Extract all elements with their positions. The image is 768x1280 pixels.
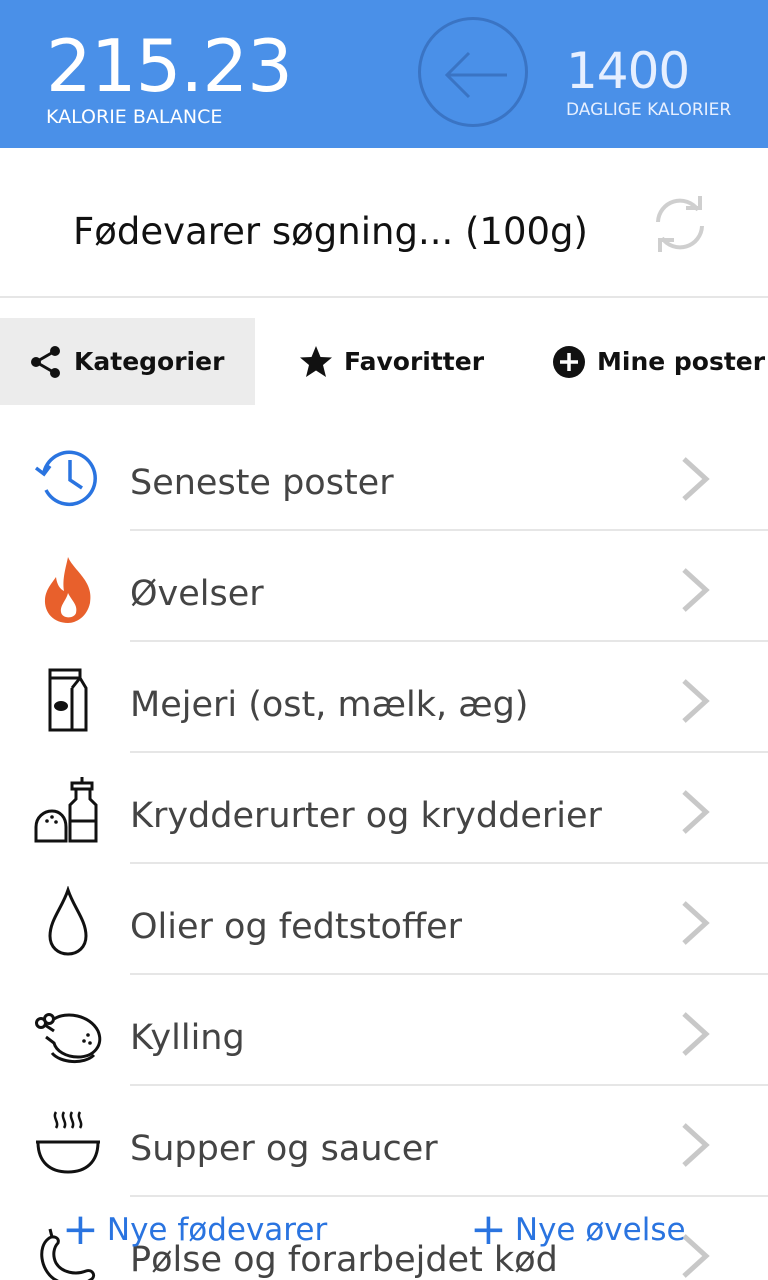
chevron-right-icon (682, 790, 710, 834)
oil-drop-icon (48, 886, 88, 956)
chevron-right-icon (682, 457, 710, 501)
list-item-label: Mejeri (ost, mælk, æg) (130, 685, 529, 725)
bottom-actions: + Nye fødevarer + Nye øvelse (0, 1200, 768, 1260)
milk-carton-icon (48, 668, 88, 732)
new-food-button[interactable]: + Nye fødevarer (62, 1200, 327, 1260)
list-item-label: Kylling (130, 1018, 245, 1058)
share-icon (28, 344, 64, 380)
chevron-right-icon (682, 1123, 710, 1167)
list-item-kylling[interactable]: Kylling (0, 975, 768, 1086)
new-exercise-button[interactable]: + Nye øvelse (470, 1200, 686, 1260)
plus-circle-icon (551, 344, 587, 380)
arrow-left-icon (444, 51, 507, 99)
star-icon (298, 344, 334, 380)
list-item-seneste-poster[interactable]: Seneste poster (0, 420, 768, 531)
list-item-supper[interactable]: Supper og saucer (0, 1086, 768, 1197)
refresh-icon[interactable] (648, 192, 712, 256)
calorie-balance-label: KALORIE BALANCE (46, 106, 223, 128)
list-item-ovelser[interactable]: Øvelser (0, 531, 768, 642)
list-item-label: Supper og saucer (130, 1129, 438, 1169)
plus-icon: + (470, 1204, 507, 1255)
chevron-right-icon (682, 568, 710, 612)
chevron-right-icon (682, 679, 710, 723)
list-item-mejeri[interactable]: Mejeri (ost, mælk, æg) (0, 642, 768, 753)
history-clock-icon (34, 450, 97, 507)
list-item-krydderier[interactable]: Krydderurter og krydderier (0, 753, 768, 864)
tab-label: Favoritter (344, 347, 485, 376)
salt-pepper-icon (34, 777, 98, 843)
tab-label: Kategorier (74, 347, 225, 376)
search-row: Fødevarer søgning... (100g) (0, 148, 768, 298)
calorie-balance-value: 215.23 (46, 24, 293, 108)
chevron-right-icon (682, 901, 710, 945)
tab-favoritter[interactable]: Favoritter (298, 318, 508, 405)
list-item-olier[interactable]: Olier og fedtstoffer (0, 864, 768, 975)
tab-label: Mine poster (597, 347, 766, 376)
calorie-header: 215.23 KALORIE BALANCE 1400 DAGLIGE KALO… (0, 0, 768, 148)
list-item-label: Krydderurter og krydderier (130, 796, 602, 836)
flame-icon (44, 557, 91, 623)
tab-kategorier[interactable]: Kategorier (0, 318, 255, 405)
back-button[interactable] (418, 17, 528, 127)
soup-bowl-icon (36, 1111, 100, 1174)
tab-bar: Kategorier Favoritter Mine poster (0, 318, 768, 405)
daily-calories-label: DAGLIGE KALORIER (566, 100, 732, 120)
new-exercise-label: Nye øvelse (514, 1212, 686, 1248)
new-food-label: Nye fødevarer (106, 1212, 328, 1248)
list-item-label: Øvelser (130, 574, 264, 614)
list-item-label: Olier og fedtstoffer (130, 907, 463, 947)
chevron-right-icon (682, 1012, 710, 1056)
plus-icon: + (62, 1204, 99, 1255)
tab-mine-poster[interactable]: Mine poster (551, 318, 768, 405)
daily-calories-value: 1400 (566, 42, 690, 100)
list-item-label: Seneste poster (130, 463, 394, 503)
chicken-icon (35, 1013, 102, 1063)
food-search-input[interactable]: Fødevarer søgning... (100g) (73, 208, 588, 256)
